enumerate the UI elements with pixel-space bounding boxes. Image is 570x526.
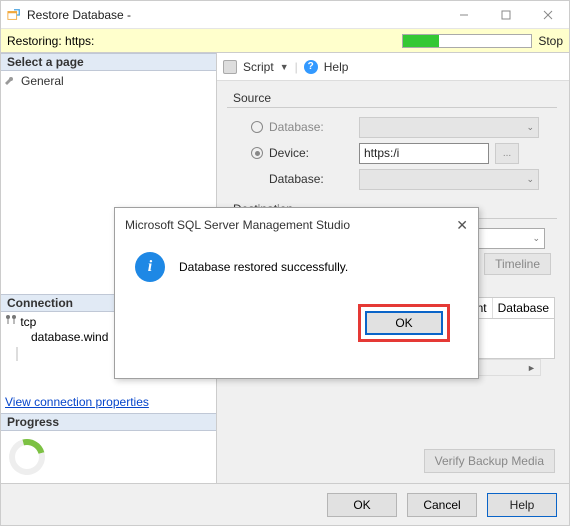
page-item-label: General [21, 74, 64, 88]
message-dialog-title: Microsoft SQL Server Management Studio [125, 218, 350, 232]
verify-backup-media-button[interactable]: Verify Backup Media [424, 449, 555, 473]
source-database-combo: ⌄ [359, 117, 539, 138]
window-title: Restore Database - [27, 8, 443, 22]
database-radio[interactable] [251, 121, 263, 133]
stop-button[interactable]: Stop [538, 34, 563, 48]
restore-icon [7, 8, 21, 22]
source-group-label: Source [227, 91, 569, 107]
device-input[interactable] [359, 143, 489, 164]
help-icon: ? [304, 60, 318, 74]
view-connection-properties-link[interactable]: View connection properties [1, 391, 216, 413]
device-radio-label: Device: [269, 146, 359, 160]
message-dialog-ok-button[interactable]: OK [365, 311, 443, 335]
timeline-button[interactable]: Timeline [484, 253, 551, 275]
scroll-right-button[interactable]: ► [523, 360, 540, 375]
titlebar: Restore Database - [1, 1, 569, 29]
maximize-button[interactable] [485, 1, 527, 29]
page-item-general[interactable]: General [5, 73, 212, 89]
info-icon: i [135, 252, 165, 282]
browse-device-button[interactable]: ... [495, 143, 519, 164]
minimize-button[interactable] [443, 1, 485, 29]
cancel-button[interactable]: Cancel [407, 493, 477, 517]
spinner-icon [2, 432, 51, 481]
script-button[interactable]: Script [243, 60, 274, 74]
script-dropdown-caret[interactable]: ▼ [280, 62, 289, 72]
restore-status-label: Restoring: https: [7, 34, 94, 48]
server-icon [5, 314, 17, 326]
script-icon [223, 60, 237, 74]
source-db-label: Database: [269, 172, 359, 186]
database-radio-label: Database: [269, 120, 359, 134]
grid-col-database: Database [493, 298, 554, 318]
help-button[interactable]: Help [324, 60, 349, 74]
toolbar: Script ▼ | ? Help [217, 53, 569, 81]
tree-line-icon [15, 347, 19, 361]
message-dialog-text: Database restored successfully. [179, 260, 348, 274]
connection-line1: tcp [20, 315, 36, 329]
progress-bar [402, 34, 532, 48]
restore-status-bar: Restoring: https: Stop [1, 29, 569, 53]
select-page-header: Select a page [1, 53, 216, 71]
ok-highlight: OK [358, 304, 450, 342]
ok-button[interactable]: OK [327, 493, 397, 517]
source-db-combo[interactable]: ⌄ [359, 169, 539, 190]
device-radio[interactable] [251, 147, 263, 159]
message-dialog: Microsoft SQL Server Management Studio ✕… [114, 207, 479, 379]
message-dialog-close-icon[interactable]: ✕ [456, 217, 468, 234]
close-button[interactable] [527, 1, 569, 29]
dialog-button-row: OK Cancel Help [1, 483, 569, 525]
wrench-icon [5, 75, 17, 87]
help-dialog-button[interactable]: Help [487, 493, 557, 517]
progress-header: Progress [1, 413, 216, 431]
